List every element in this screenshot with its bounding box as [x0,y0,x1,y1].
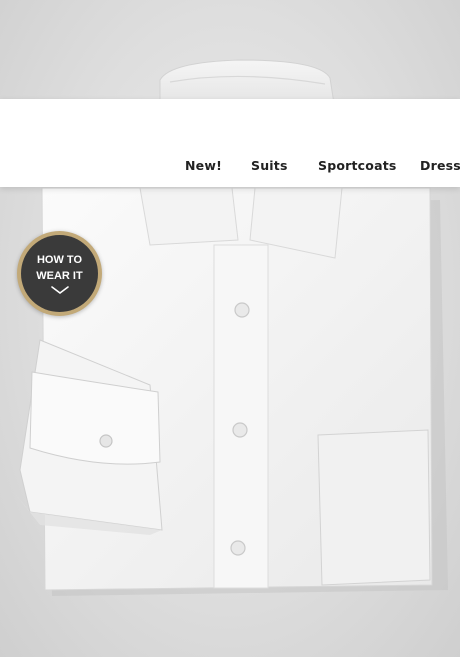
chevron-down-icon [50,286,69,294]
how-to-wear-it-button[interactable]: HOW TO WEAR IT [17,231,102,316]
top-navigation-bar: New! Suits Sportcoats Dress Shirts [0,99,460,187]
badge-text-line-1: HOW TO [36,254,82,266]
how-to-wear-it-badge-inner: HOW TO WEAR IT [21,235,98,312]
badge-text-line-2: WEAR IT [36,270,83,282]
nav-item-new[interactable]: New! [185,158,222,173]
nav-item-sportcoats[interactable]: Sportcoats [318,158,397,173]
nav-item-dress-shirts[interactable]: Dress Shirts [420,158,460,173]
nav-item-suits[interactable]: Suits [251,158,288,173]
